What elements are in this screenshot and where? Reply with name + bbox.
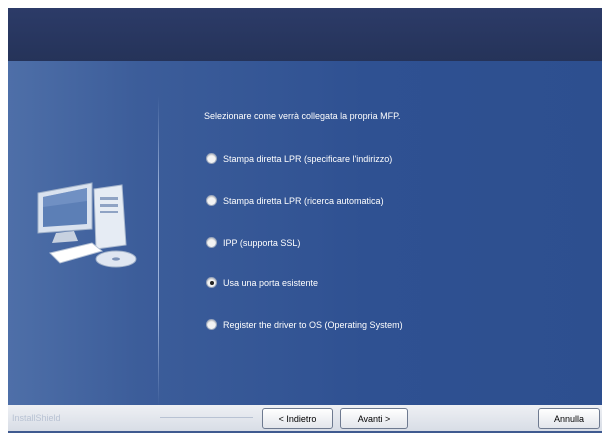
divider-line — [158, 96, 159, 406]
option-label: Register the driver to OS (Operating Sys… — [223, 319, 403, 330]
footer-bar: InstallShield < Indietro Avanti > Annull… — [8, 405, 602, 433]
header-banner — [8, 8, 602, 61]
back-button[interactable]: < Indietro — [262, 408, 333, 429]
option-lpr-auto[interactable]: Stampa diretta LPR (ricerca automatica) — [206, 195, 384, 206]
next-button[interactable]: Avanti > — [340, 408, 408, 429]
option-ipp-ssl[interactable]: IPP (supporta SSL) — [206, 237, 300, 248]
option-label: IPP (supporta SSL) — [223, 237, 301, 248]
instruction-text: Selezionare come verrà collegata la prop… — [204, 111, 401, 121]
option-label: Stampa diretta LPR (specificare l'indiri… — [223, 153, 393, 164]
computer-with-cd-icon — [37, 182, 137, 268]
option-register-driver[interactable]: Register the driver to OS (Operating Sys… — [206, 319, 403, 330]
option-label: Usa una porta esistente — [223, 277, 319, 288]
radio-button[interactable] — [206, 319, 217, 330]
installer-window: Selezionare come verrà collegata la prop… — [0, 0, 609, 439]
option-existing-port[interactable]: Usa una porta esistente — [206, 277, 318, 288]
brand-divider — [160, 417, 253, 418]
installshield-brand: InstallShield — [12, 413, 61, 423]
footer-strip: InstallShield < Indietro Avanti > Annull… — [8, 405, 602, 431]
option-label: Stampa diretta LPR (ricerca automatica) — [223, 195, 384, 206]
main-panel: Selezionare come verrà collegata la prop… — [8, 61, 602, 406]
radio-button[interactable] — [206, 153, 217, 164]
radio-button[interactable] — [206, 195, 217, 206]
radio-button[interactable] — [206, 237, 217, 248]
cancel-button[interactable]: Annulla — [538, 408, 600, 429]
radio-button-selected[interactable] — [206, 277, 217, 288]
option-lpr-specify[interactable]: Stampa diretta LPR (specificare l'indiri… — [206, 153, 392, 164]
